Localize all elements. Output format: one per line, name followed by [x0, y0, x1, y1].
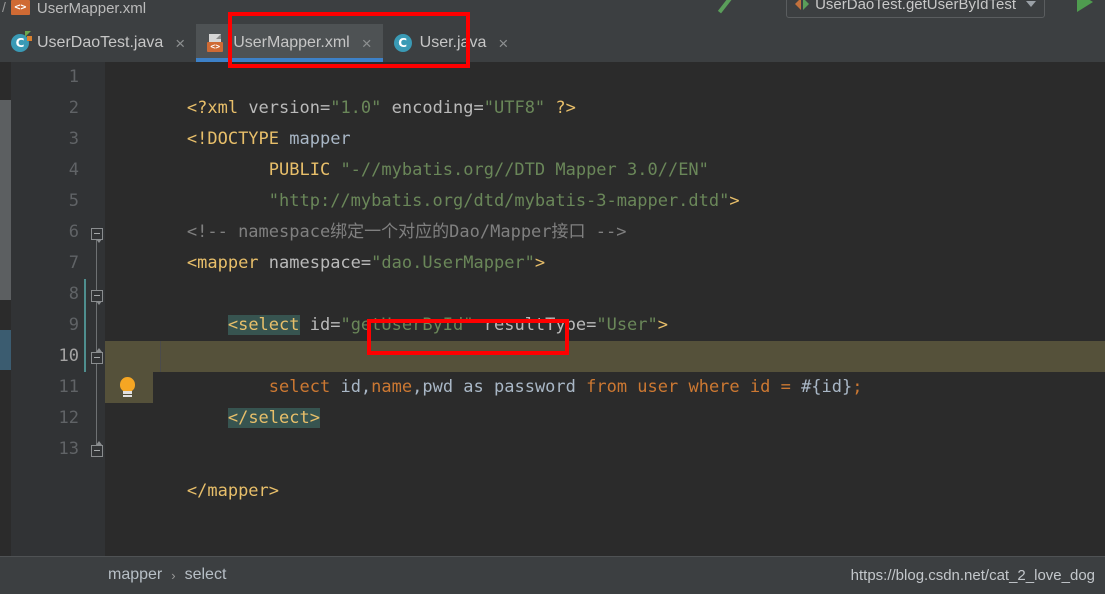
intellij-idea-window: / <> UserMapper.xml UserDaoTest.getUserB… [0, 0, 1105, 594]
fold-region-line [96, 228, 97, 454]
line-number: 6 [68, 222, 79, 242]
code-editor[interactable]: 1 2 3 4 5 6 7 8 9 10 11 12 13 <?xml vers… [0, 62, 1105, 556]
vcs-change-marker [84, 279, 86, 372]
token-attr-result-type: resultType= [473, 315, 597, 335]
chevron-down-icon[interactable] [1026, 1, 1036, 7]
tab-label: User.java [419, 34, 487, 51]
tab-label: UserMapper.xml [233, 34, 350, 51]
line-number: 9 [68, 315, 79, 335]
code-line-4: "http://mybatis.org/dtd/mybatis-3-mapper… [105, 155, 1105, 211]
top-breadcrumb-file-label: UserMapper.xml [36, 0, 147, 17]
status-bar: mapper › select https://blog.csdn.net/ca… [0, 556, 1105, 594]
line-number: 5 [68, 191, 79, 211]
code-line-6: <mapper namespace="dao.UserMapper"> [105, 217, 1105, 273]
code-folding-gutter[interactable] [89, 62, 105, 556]
token-value-id: "getUserById" [340, 315, 474, 335]
status-bar-divider [0, 556, 1105, 557]
token-select-open-tag: <select [227, 315, 300, 335]
line-number: 1 [68, 67, 79, 87]
line-number: 2 [68, 98, 79, 118]
code-line-1: <?xml version="1.0" encoding="UTF8" ?> [105, 62, 1105, 118]
editor-tab-bar: C UserDaoTest.java × <> UserMapper.xml ×… [0, 24, 1105, 62]
tab-user-mapper-xml[interactable]: <> UserMapper.xml × [196, 24, 384, 62]
watermark-url: https://blog.csdn.net/cat_2_love_dog [850, 566, 1095, 584]
token-gt: > [657, 315, 669, 335]
breadcrumb: mapper › select [108, 566, 226, 584]
breadcrumb-separator-icon: / [2, 0, 6, 15]
top-breadcrumb[interactable]: / <> UserMapper.xml [0, 0, 146, 21]
java-class-icon: C [393, 34, 412, 52]
code-line-8: <select id="getUserById" resultType="Use… [105, 279, 1105, 335]
breadcrumb-item-mapper[interactable]: mapper [108, 566, 162, 584]
tab-user-dao-test-java[interactable]: C UserDaoTest.java × [0, 24, 197, 62]
code-line-13: </mapper> [105, 445, 1105, 501]
fold-toggle-mapper[interactable] [91, 228, 103, 243]
code-text-area[interactable]: <?xml version="1.0" encoding="UTF8" ?> <… [105, 62, 1105, 556]
tab-label: UserDaoTest.java [37, 34, 164, 51]
run-configuration-selector[interactable]: UserDaoTest.getUserByIdTest [786, 0, 1045, 18]
close-icon[interactable]: × [498, 35, 508, 52]
token-value-result-type: "User" [596, 315, 658, 335]
fold-toggle-select[interactable] [91, 290, 103, 305]
token-attr-id: id= [299, 315, 341, 335]
code-line-2: <!DOCTYPE mapper [105, 93, 1105, 149]
chevron-right-icon: › [171, 567, 176, 583]
run-configuration-label: UserDaoTest.getUserByIdTest [815, 0, 1016, 13]
code-line-10: </select> [105, 372, 1105, 428]
xml-file-icon: <> [207, 34, 225, 52]
line-number: 3 [68, 129, 79, 149]
line-number: 8 [68, 284, 79, 304]
close-icon[interactable]: × [362, 35, 372, 52]
fold-toggle-select-end[interactable] [91, 348, 103, 364]
java-class-icon: C [11, 31, 32, 52]
line-number: 12 [58, 408, 79, 428]
run-configuration-icon [795, 0, 810, 11]
breadcrumb-item-select[interactable]: select [185, 566, 227, 584]
close-icon[interactable]: × [175, 35, 185, 52]
line-number: 11 [58, 377, 79, 397]
tab-user-java[interactable]: C User.java × [382, 24, 520, 62]
code-line-5: <!-- namespace绑定一个对应的Dao/Mapper接口 --> [105, 186, 1105, 242]
xml-file-icon: <> [10, 0, 30, 15]
code-line-3: PUBLIC "-//mybatis.org//DTD Mapper 3.0//… [105, 124, 1105, 180]
code-line-9: select id,name,pwd as password from user… [105, 341, 1105, 397]
fold-toggle-mapper-end[interactable] [91, 441, 103, 457]
line-number: 7 [68, 253, 79, 273]
line-number-gutter: 1 2 3 4 5 6 7 8 9 10 11 12 13 [11, 62, 89, 556]
top-toolbar-strip: / <> UserMapper.xml UserDaoTest.getUserB… [0, 0, 1105, 24]
token-mapper-close-tag: </mapper> [186, 481, 280, 501]
editor-marker-strip[interactable] [0, 62, 11, 556]
line-number: 4 [68, 160, 79, 180]
intention-bulb-icon[interactable] [117, 376, 139, 400]
wrench-icon[interactable] [715, 0, 735, 16]
line-number: 13 [58, 439, 79, 459]
run-play-icon[interactable] [1077, 0, 1093, 12]
line-number-current: 10 [58, 346, 79, 366]
